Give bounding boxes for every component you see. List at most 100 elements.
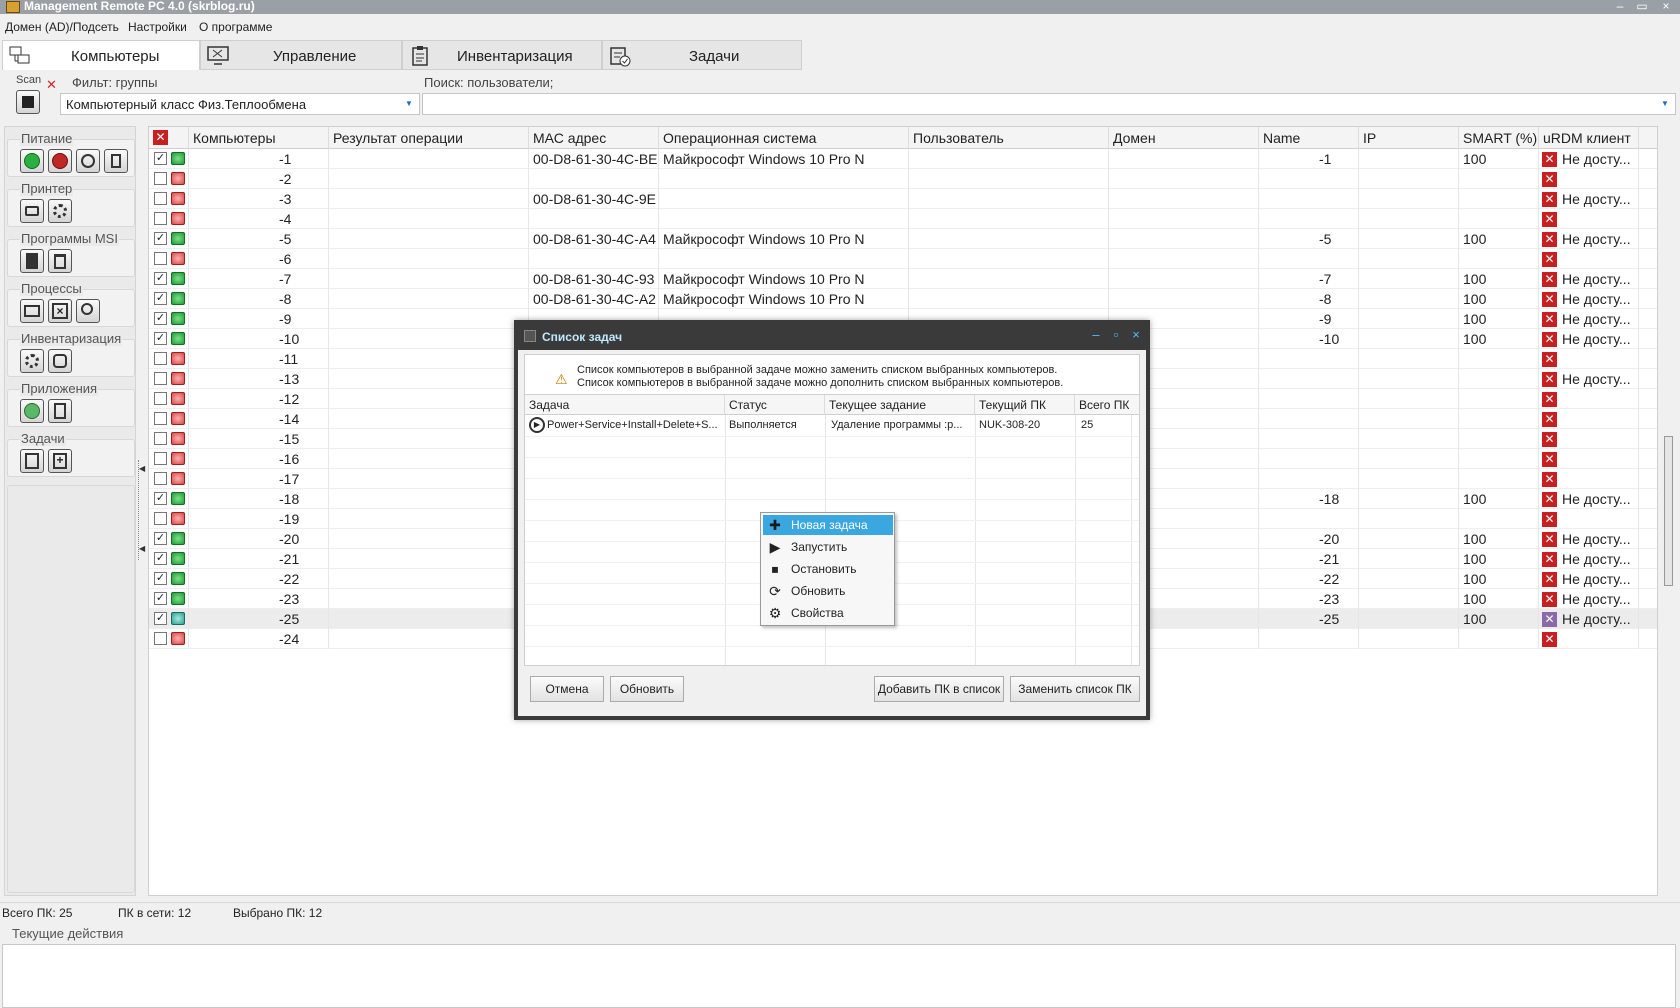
- tab-computers[interactable]: Компьютеры: [2, 40, 200, 70]
- col-os[interactable]: Операционная система: [659, 127, 909, 149]
- col-result[interactable]: Результат операции: [329, 127, 529, 149]
- row-checkbox[interactable]: [154, 472, 167, 485]
- chevron-down-icon[interactable]: ▼: [401, 96, 417, 112]
- tcol-current[interactable]: Текущее задание: [825, 395, 975, 415]
- row-checkbox[interactable]: ✓: [154, 552, 167, 565]
- chevron-down-icon[interactable]: ▼: [1657, 96, 1673, 112]
- row-checkbox[interactable]: [154, 172, 167, 185]
- printer-settings-button[interactable]: [48, 199, 72, 223]
- msi-install-button[interactable]: [20, 249, 44, 273]
- menu-item-properties[interactable]: ⚙ Свойства: [763, 603, 893, 623]
- table-row[interactable]: ✓ -1 00-D8-61-30-4C-BE Майкрософт Windows 1…: [149, 149, 1657, 169]
- inventory-tools-button[interactable]: [20, 349, 44, 373]
- row-checkbox[interactable]: [154, 252, 167, 265]
- filter-group-combo[interactable]: Компьютерный класс Физ.Теплообмена ▼: [60, 93, 420, 115]
- row-checkbox[interactable]: ✓: [154, 312, 167, 325]
- row-checkbox[interactable]: ✓: [154, 232, 167, 245]
- refresh-button[interactable]: Обновить: [610, 676, 684, 702]
- row-checkbox[interactable]: ✓: [154, 532, 167, 545]
- row-checkbox[interactable]: ✓: [154, 592, 167, 605]
- process-search-button[interactable]: [76, 299, 100, 323]
- table-row[interactable]: ✓ -5 00-D8-61-30-4C-A4 Майкрософт Windows 1…: [149, 229, 1657, 249]
- apps-file-button[interactable]: [48, 399, 72, 423]
- row-checkbox[interactable]: [154, 512, 167, 525]
- col-smart[interactable]: SMART (%): [1459, 127, 1539, 149]
- tcol-status[interactable]: Статус: [725, 395, 825, 415]
- tcol-pc[interactable]: Текущий ПК: [975, 395, 1075, 415]
- row-checkbox[interactable]: [154, 392, 167, 405]
- power-off-button[interactable]: [48, 149, 72, 173]
- task-add-button[interactable]: +: [48, 449, 72, 473]
- scrollbar-thumb[interactable]: [1664, 436, 1673, 586]
- row-checkbox[interactable]: [154, 412, 167, 425]
- dialog-minimize-button[interactable]: –: [1088, 327, 1104, 342]
- menu-item-start[interactable]: ▶ Запустить: [763, 537, 893, 557]
- sidebar-splitter[interactable]: ◀ ◀: [138, 460, 146, 560]
- collapse-left-icon[interactable]: ◀: [139, 544, 145, 553]
- grid-scrollbar[interactable]: [1662, 126, 1676, 896]
- logoff-button[interactable]: [104, 149, 128, 173]
- scan-cancel-icon[interactable]: ✕: [46, 77, 57, 93]
- menu-about[interactable]: О программе: [199, 20, 272, 34]
- table-row[interactable]: -3 00-D8-61-30-4C-9E ✕ Не досту...: [149, 189, 1657, 209]
- table-row[interactable]: -2 ✕: [149, 169, 1657, 189]
- table-row[interactable]: -4 ✕: [149, 209, 1657, 229]
- table-row[interactable]: ✓ -7 00-D8-61-30-4C-93 Майкрософт Windows 1…: [149, 269, 1657, 289]
- col-urdm[interactable]: uRDM клиент: [1539, 127, 1639, 149]
- row-checkbox[interactable]: ✓: [154, 332, 167, 345]
- collapse-left-icon[interactable]: ◀: [139, 464, 145, 473]
- tab-inventory[interactable]: Инвентаризация: [402, 40, 602, 70]
- row-checkbox[interactable]: ✓: [154, 572, 167, 585]
- table-row[interactable]: -6 ✕: [149, 249, 1657, 269]
- menu-settings[interactable]: Настройки: [128, 20, 187, 34]
- apps-run-button[interactable]: [20, 399, 44, 423]
- col-domain[interactable]: Домен: [1109, 127, 1259, 149]
- row-checkbox[interactable]: ✓: [154, 492, 167, 505]
- row-checkbox[interactable]: [154, 452, 167, 465]
- row-checkbox[interactable]: ✓: [154, 272, 167, 285]
- row-checkbox[interactable]: ✓: [154, 612, 167, 625]
- dialog-maximize-button[interactable]: ▫: [1108, 327, 1124, 342]
- row-checkbox[interactable]: [154, 352, 167, 365]
- menu-item-new-task[interactable]: ✚ Новая задача: [763, 515, 893, 535]
- col-user[interactable]: Пользователь: [909, 127, 1109, 149]
- process-start-button[interactable]: [20, 299, 44, 323]
- row-checkbox[interactable]: [154, 432, 167, 445]
- tcol-task[interactable]: Задача: [525, 395, 725, 415]
- current-actions-log[interactable]: [2, 944, 1676, 1008]
- tcol-total[interactable]: Всего ПК: [1075, 395, 1139, 415]
- col-name[interactable]: Name: [1259, 127, 1359, 149]
- menu-item-refresh[interactable]: ⟳ Обновить: [763, 581, 893, 601]
- scan-stop-button[interactable]: [16, 90, 40, 114]
- minimize-button[interactable]: –: [1610, 0, 1630, 12]
- add-pc-button[interactable]: Добавить ПК в список: [874, 676, 1004, 702]
- search-users-combo[interactable]: ▼: [422, 93, 1676, 115]
- printer-button[interactable]: [20, 199, 44, 223]
- menu-item-stop[interactable]: ⏹ Остановить: [763, 559, 893, 579]
- process-kill-button[interactable]: ×: [48, 299, 72, 323]
- col-computers[interactable]: Компьютеры: [189, 127, 329, 149]
- task-list-button[interactable]: [20, 449, 44, 473]
- reboot-button[interactable]: [76, 149, 100, 173]
- replace-pc-list-button[interactable]: Заменить список ПК: [1010, 676, 1140, 702]
- row-checkbox[interactable]: [154, 212, 167, 225]
- tab-manage[interactable]: Управление: [200, 40, 402, 70]
- tab-tasks[interactable]: Задачи: [602, 40, 802, 70]
- close-button[interactable]: ×: [1656, 0, 1676, 12]
- menu-domain[interactable]: Домен (AD)/Подсеть: [5, 20, 119, 34]
- row-checkbox[interactable]: [154, 632, 167, 645]
- restore-button[interactable]: ▭: [1632, 0, 1652, 12]
- table-row[interactable]: ✓ -8 00-D8-61-30-4C-A2 Майкрософт Windows 1…: [149, 289, 1657, 309]
- deselect-all-icon[interactable]: ✕: [153, 130, 168, 145]
- row-checkbox[interactable]: [154, 372, 167, 385]
- header-select-all[interactable]: ✕: [149, 127, 189, 149]
- cancel-button[interactable]: Отмена: [530, 676, 604, 702]
- msi-uninstall-button[interactable]: [48, 249, 72, 273]
- dialog-close-button[interactable]: ×: [1128, 327, 1144, 342]
- row-checkbox[interactable]: ✓: [154, 152, 167, 165]
- inventory-hardware-button[interactable]: [48, 349, 72, 373]
- col-mac[interactable]: МАС адрес: [529, 127, 659, 149]
- row-checkbox[interactable]: [154, 192, 167, 205]
- row-checkbox[interactable]: ✓: [154, 292, 167, 305]
- col-ip[interactable]: IP: [1359, 127, 1459, 149]
